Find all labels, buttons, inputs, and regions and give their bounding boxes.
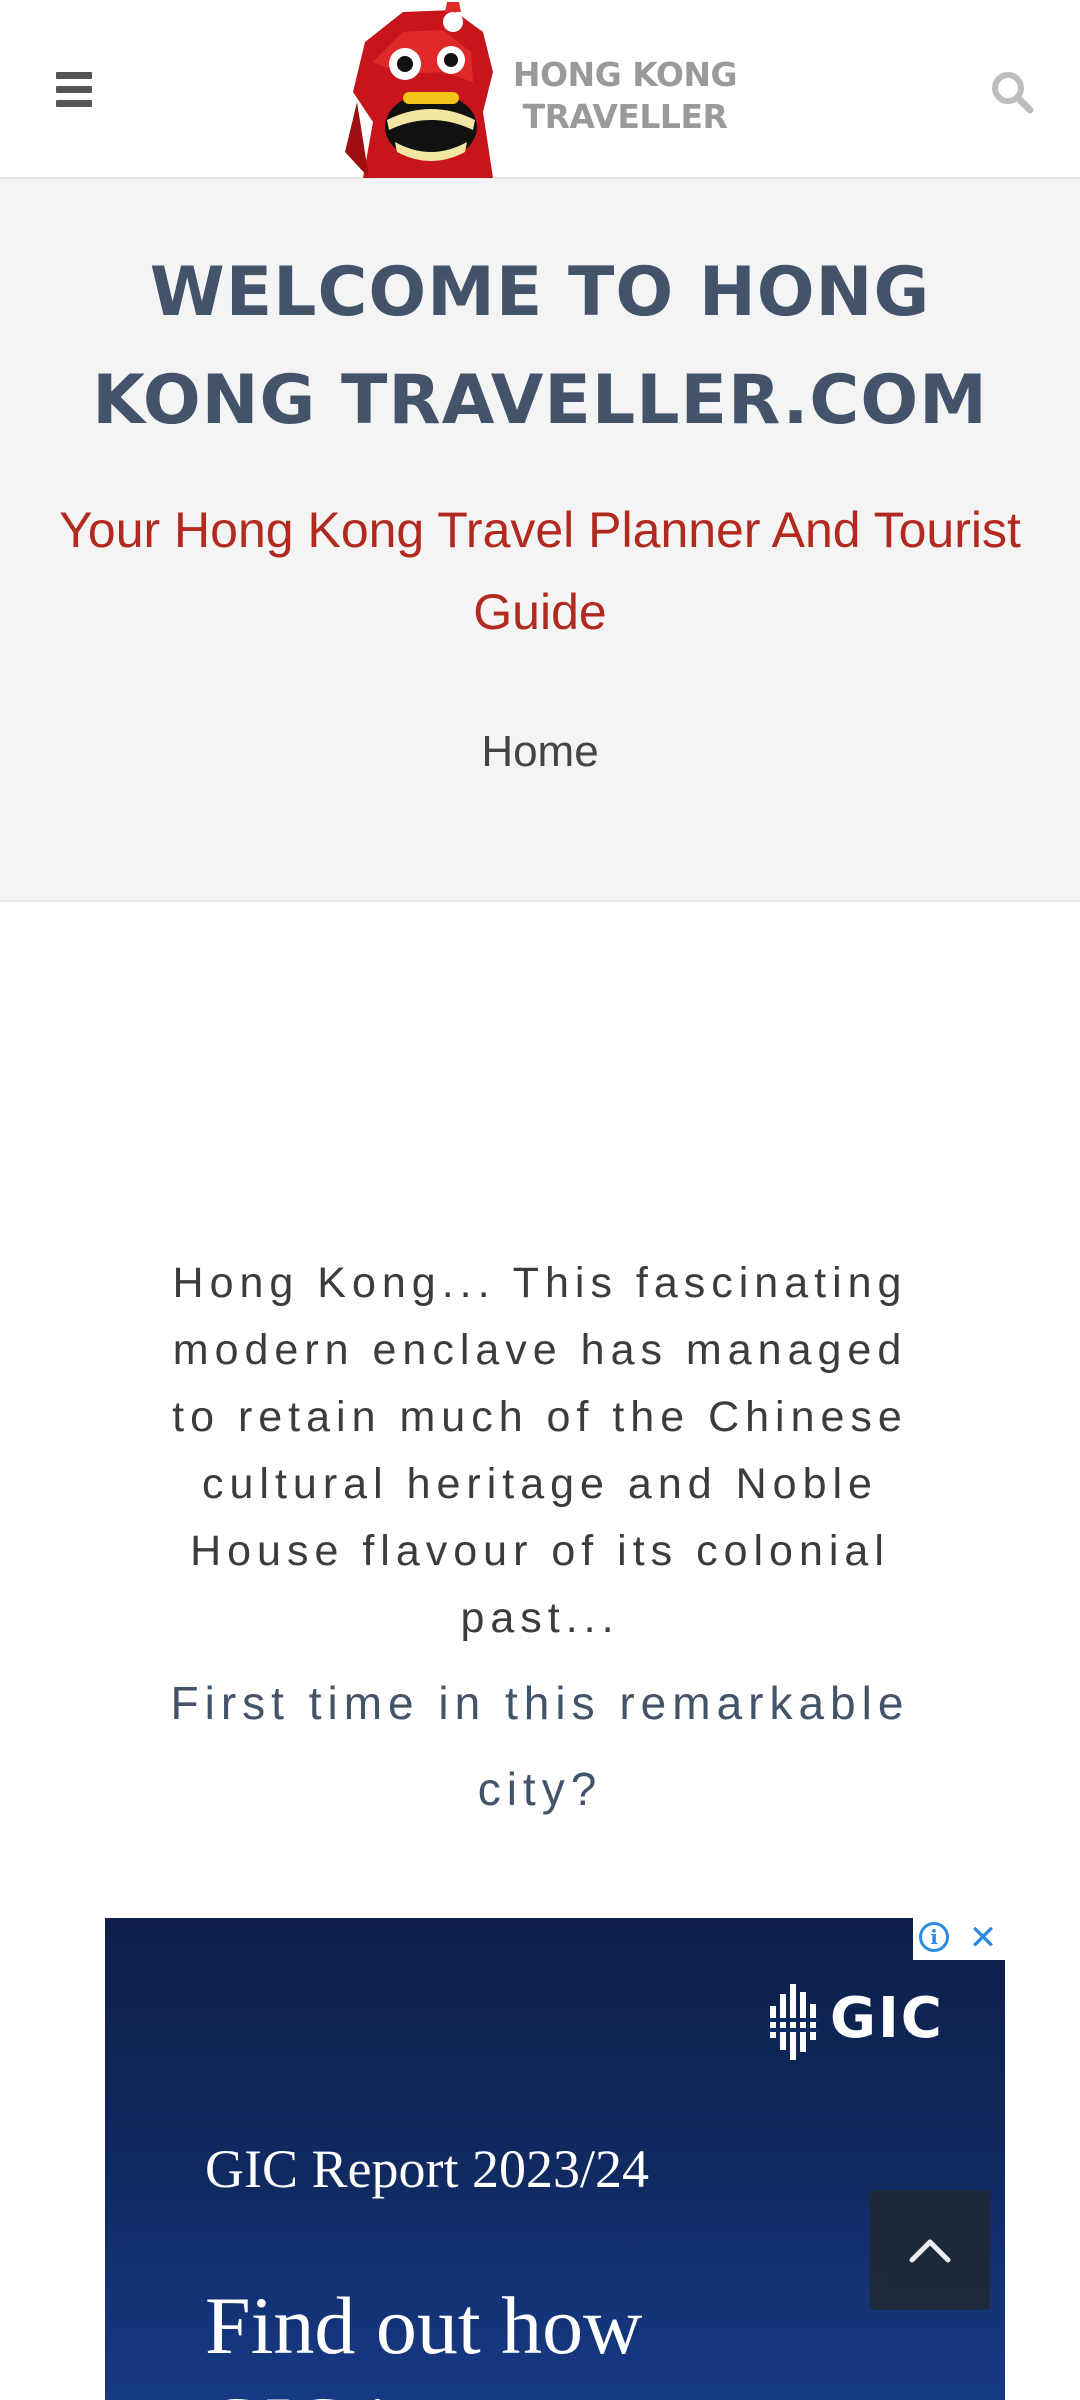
intro-line: cultural heritage and Noble <box>202 1460 878 1508</box>
ad-body-text: Find out how GIC invests <box>205 2276 985 2400</box>
page-subtitle-line-2: Guide <box>473 584 607 640</box>
ad-brand-logo: GIC <box>768 1974 968 2074</box>
intro-line: past... <box>460 1594 620 1642</box>
site-header: HONG KONG TRAVELLER <box>0 0 1080 179</box>
logo-line-1: HONG KONG <box>512 55 738 94</box>
page-subtitle-line-1: Your Hong Kong Travel Planner And Touris… <box>59 502 1021 558</box>
lion-dance-logo-icon[interactable] <box>343 2 503 178</box>
site-logo-text[interactable]: HONG KONG TRAVELLER <box>505 54 745 138</box>
intro-line: Hong Kong... This fascinating <box>172 1259 908 1307</box>
intro-line: House flavour of its colonial <box>190 1527 890 1575</box>
page-subtitle: Your Hong Kong Travel Planner And Touris… <box>20 489 1060 653</box>
back-to-top-button[interactable] <box>870 2190 990 2310</box>
hamburger-icon[interactable] <box>56 72 92 108</box>
intro-question: First time in this remarkable city? <box>60 1660 1020 1832</box>
hero-banner: WELCOME TO HONG KONG TRAVELLER.COM Your … <box>0 179 1080 902</box>
advertisement-banner[interactable]: i ✕ GIC GIC Report 2023/24 Find out how … <box>105 1918 1005 2400</box>
gic-logo-icon <box>768 1984 820 2060</box>
page-title-line-1: WELCOME TO HONG <box>149 253 931 332</box>
adchoices-info-icon[interactable]: i <box>919 1922 949 1952</box>
ad-body-line-2: GIC invests <box>205 2376 985 2400</box>
ad-headline: GIC Report 2023/24 <box>205 2139 649 2199</box>
breadcrumb-home[interactable]: Home <box>0 727 1080 777</box>
ad-brand-name: GIC <box>830 1986 944 2051</box>
logo-line-2: TRAVELLER <box>522 97 728 136</box>
chevron-up-icon <box>909 2239 951 2263</box>
close-icon[interactable]: ✕ <box>963 1918 1003 1958</box>
intro-question-line-2: city? <box>477 1763 603 1815</box>
ad-body-line-1: Find out how <box>205 2280 643 2371</box>
page-title: WELCOME TO HONG KONG TRAVELLER.COM <box>40 239 1040 455</box>
intro-question-line-1: First time in this remarkable <box>170 1677 910 1729</box>
ad-controls: i ✕ <box>913 1918 1005 1960</box>
intro-line: to retain much of the Chinese <box>172 1393 908 1441</box>
search-icon[interactable] <box>990 70 1034 114</box>
page-title-line-2: KONG TRAVELLER.COM <box>92 361 988 440</box>
intro-paragraph: Hong Kong... This fascinating modern enc… <box>60 1250 1020 1652</box>
intro-line: modern enclave has managed <box>172 1326 908 1374</box>
